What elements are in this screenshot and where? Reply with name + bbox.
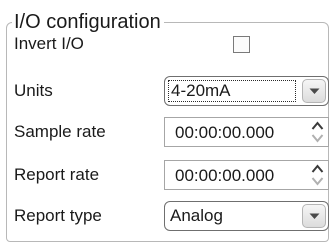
io-configuration-panel: I/O configuration Invert I/O Units 4-20m… bbox=[0, 0, 333, 246]
report-type-dropdown[interactable]: Analog bbox=[164, 201, 329, 231]
sample-rate-spinner[interactable]: 00:00:00.000 bbox=[164, 117, 329, 147]
sample-rate-value: 00:00:00.000 bbox=[175, 123, 275, 142]
report-type-dropdown-button[interactable] bbox=[302, 204, 326, 228]
spin-up-icon[interactable] bbox=[311, 121, 324, 130]
report-type-selected-value: Analog bbox=[170, 206, 223, 225]
report-type-label: Report type bbox=[14, 206, 102, 225]
sample-rate-spin-arrows[interactable] bbox=[311, 121, 324, 143]
units-label: Units bbox=[14, 81, 53, 100]
units-selected-value: 4-20mA bbox=[168, 80, 296, 102]
invert-io-label: Invert I/O bbox=[14, 34, 84, 53]
spin-up-icon[interactable] bbox=[311, 164, 324, 173]
units-dropdown[interactable]: 4-20mA bbox=[164, 76, 329, 106]
chevron-down-icon bbox=[309, 213, 320, 219]
chevron-down-icon bbox=[309, 88, 320, 94]
spin-down-icon[interactable] bbox=[311, 134, 324, 143]
report-rate-label: Report rate bbox=[14, 165, 100, 184]
units-dropdown-button[interactable] bbox=[302, 79, 326, 103]
invert-io-checkbox[interactable] bbox=[233, 36, 250, 53]
group-title: I/O configuration bbox=[12, 10, 164, 34]
report-rate-spin-arrows[interactable] bbox=[311, 164, 324, 186]
report-rate-spinner[interactable]: 00:00:00.000 bbox=[164, 160, 329, 190]
report-rate-value: 00:00:00.000 bbox=[175, 166, 275, 185]
sample-rate-label: Sample rate bbox=[14, 122, 106, 141]
spin-down-icon[interactable] bbox=[311, 177, 324, 186]
